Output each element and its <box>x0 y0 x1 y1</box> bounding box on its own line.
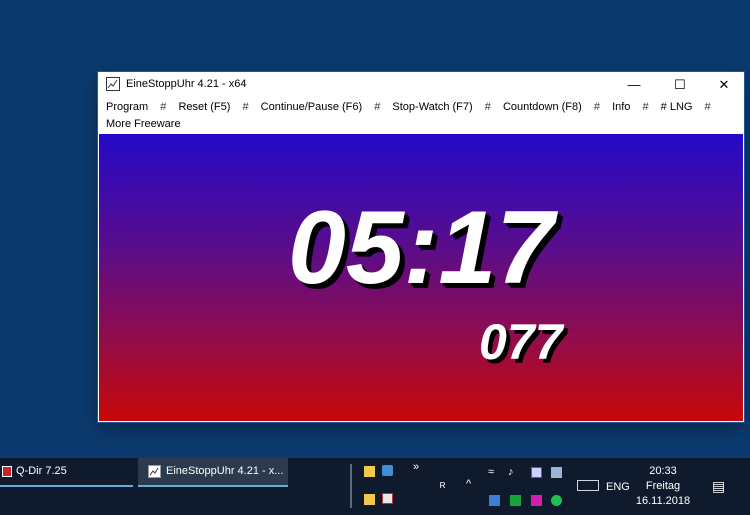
language-indicator[interactable]: ENG <box>606 481 630 493</box>
notification-icon[interactable]: ▤ <box>712 478 725 495</box>
menu-separator: # <box>160 101 167 113</box>
menu-language[interactable]: # LNG <box>661 101 693 113</box>
people-icon[interactable]: ᴿ <box>440 480 445 494</box>
menu-program[interactable]: Program <box>106 101 148 113</box>
stopwatch-app-icon <box>148 465 161 478</box>
menu-more-freeware[interactable]: More Freeware <box>106 118 181 130</box>
menu-separator: # <box>642 101 649 113</box>
taskbar-item-q-dir[interactable]: Q-Dir 7.25 <box>0 458 133 487</box>
clock-date: 16.11.2018 <box>635 495 691 507</box>
menu-separator: # <box>374 101 381 113</box>
app-window: EineStoppUhr 4.21 - x64 — ☐ ✕ Program # … <box>98 72 744 422</box>
menu-continue-pause[interactable]: Continue/Pause (F6) <box>261 101 363 113</box>
menu-info[interactable]: Info <box>612 101 630 113</box>
tray-app-icon[interactable] <box>489 495 500 506</box>
menu-stop-watch[interactable]: Stop-Watch (F7) <box>392 101 472 113</box>
maximize-button[interactable]: ☐ <box>658 72 702 98</box>
title-bar[interactable]: EineStoppUhr 4.21 - x64 — ☐ ✕ <box>98 72 744 98</box>
folder-icon[interactable] <box>364 494 375 505</box>
clock-day: Freitag <box>645 480 681 492</box>
system-clock[interactable]: 20:33 Freitag 16.11.2018 <box>628 464 698 509</box>
toolbar-overflow-icon[interactable]: » <box>413 461 419 473</box>
menu-separator: # <box>242 101 249 113</box>
menu-row: More Freeware <box>106 118 181 134</box>
tray-chevron-icon[interactable]: ^ <box>466 478 471 490</box>
folder-icon[interactable] <box>364 466 375 477</box>
network-icon[interactable] <box>382 465 393 476</box>
taskbar-item-label: EineStoppUhr 4.21 - x... <box>166 465 284 477</box>
timer-display[interactable]: 05:17 077 <box>99 134 743 421</box>
close-icon: ✕ <box>718 77 730 92</box>
tray-app-icon[interactable] <box>510 495 521 506</box>
menu-countdown[interactable]: Countdown (F8) <box>503 101 582 113</box>
close-button[interactable]: ✕ <box>702 72 746 98</box>
window-title: EineStoppUhr 4.21 - x64 <box>126 78 247 90</box>
menu-separator: # <box>593 101 600 113</box>
menu-separator: # <box>484 101 491 113</box>
tray-app-icon[interactable] <box>531 495 542 506</box>
maximize-icon: ☐ <box>674 77 686 92</box>
taskbar-item-einestoppuhr[interactable]: EineStoppUhr 4.21 - x... <box>138 458 288 487</box>
menu-separator: # <box>704 101 711 113</box>
menu-bar: Program # Reset (F5) # Continue/Pause (F… <box>98 98 744 134</box>
taskbar: Q-Dir 7.25 EineStoppUhr 4.21 - x... » ᴿ … <box>0 458 750 515</box>
clock-time: 20:33 <box>649 465 677 477</box>
wifi-icon[interactable]: ≈ <box>488 466 494 478</box>
menu-row: Program # Reset (F5) # Continue/Pause (F… <box>106 101 720 117</box>
timer-milliseconds: 077 <box>479 314 563 370</box>
taskbar-item-label: Q-Dir 7.25 <box>16 465 67 477</box>
tray-app-icon[interactable] <box>531 467 542 478</box>
minimize-button[interactable]: — <box>612 72 656 98</box>
keyboard-icon[interactable] <box>577 480 599 491</box>
vc-app-icon[interactable] <box>382 493 393 504</box>
tray-app-icon[interactable] <box>551 467 562 478</box>
minimize-icon: — <box>627 77 641 92</box>
menu-reset[interactable]: Reset (F5) <box>178 101 230 113</box>
q-dir-icon <box>2 466 12 477</box>
volume-icon[interactable]: ♪ <box>508 466 514 478</box>
timer-main-value: 05:17 <box>288 190 554 306</box>
stopwatch-app-icon[interactable] <box>106 77 120 91</box>
toolbar-divider <box>350 464 352 508</box>
tray-app-icon[interactable] <box>551 495 562 506</box>
